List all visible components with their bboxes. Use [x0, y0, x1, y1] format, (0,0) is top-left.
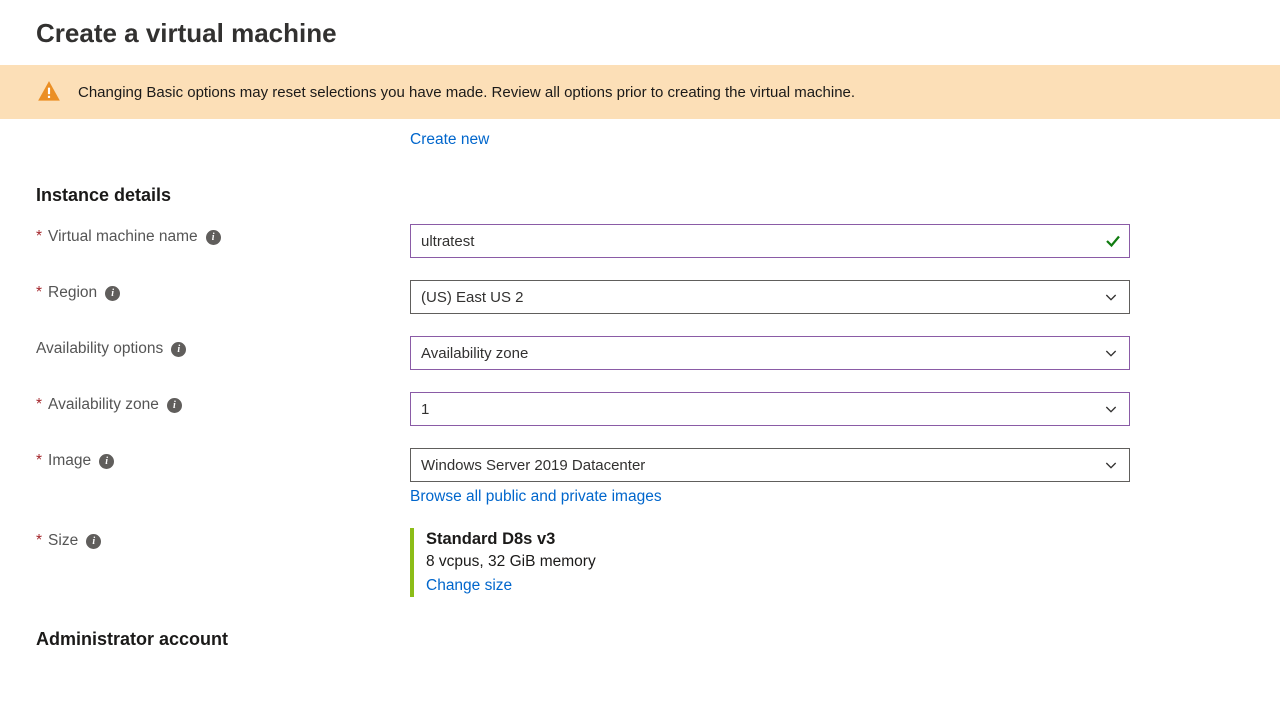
- create-new-link[interactable]: Create new: [410, 131, 489, 148]
- size-name: Standard D8s v3: [426, 530, 1130, 549]
- vm-name-label: * Virtual machine name i: [36, 224, 410, 246]
- chevron-down-icon: [1103, 289, 1119, 305]
- change-size-link[interactable]: Change size: [426, 577, 512, 594]
- warning-message: Changing Basic options may reset selecti…: [78, 84, 855, 101]
- warning-icon: [36, 79, 62, 105]
- info-icon[interactable]: i: [99, 454, 114, 469]
- page-title: Create a virtual machine: [0, 0, 1280, 65]
- avail-zone-dropdown[interactable]: 1: [410, 392, 1130, 426]
- avail-options-dropdown[interactable]: Availability zone: [410, 336, 1130, 370]
- section-admin-account: Administrator account: [36, 629, 1244, 650]
- image-label: * Image i: [36, 448, 410, 470]
- chevron-down-icon: [1103, 345, 1119, 361]
- warning-banner: Changing Basic options may reset selecti…: [0, 65, 1280, 119]
- info-icon[interactable]: i: [86, 534, 101, 549]
- image-dropdown[interactable]: Windows Server 2019 Datacenter: [410, 448, 1130, 482]
- browse-images-link[interactable]: Browse all public and private images: [410, 488, 662, 505]
- avail-options-label: Availability options i: [36, 336, 410, 358]
- size-label: * Size i: [36, 528, 410, 550]
- section-instance-details: Instance details: [36, 185, 1244, 206]
- info-icon[interactable]: i: [206, 230, 221, 245]
- avail-zone-label: * Availability zone i: [36, 392, 410, 414]
- region-dropdown[interactable]: (US) East US 2: [410, 280, 1130, 314]
- size-card: Standard D8s v3 8 vcpus, 32 GiB memory C…: [410, 528, 1130, 597]
- chevron-down-icon: [1103, 457, 1119, 473]
- vm-name-input[interactable]: [410, 224, 1130, 258]
- info-icon[interactable]: i: [171, 342, 186, 357]
- size-spec: 8 vcpus, 32 GiB memory: [426, 553, 1130, 571]
- checkmark-icon: [1104, 232, 1122, 250]
- chevron-down-icon: [1103, 401, 1119, 417]
- region-label: * Region i: [36, 280, 410, 302]
- info-icon[interactable]: i: [105, 286, 120, 301]
- info-icon[interactable]: i: [167, 398, 182, 413]
